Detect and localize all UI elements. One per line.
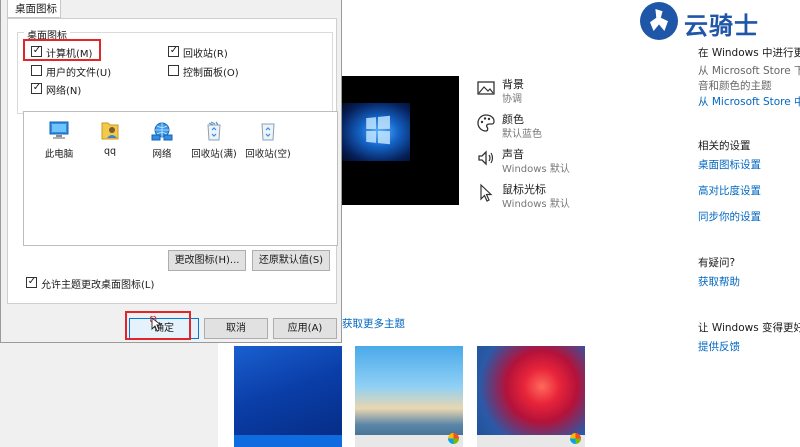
- change-icon-button[interactable]: 更改图标(H)...: [168, 250, 246, 271]
- checkbox-box[interactable]: [31, 65, 42, 76]
- sound-setting[interactable]: 声音 Windows 默认: [476, 146, 596, 176]
- checkbox-label: 控制面板(O): [183, 68, 239, 79]
- theme-color-bar: [234, 435, 342, 447]
- theme-preview: [340, 76, 459, 205]
- theme-thumbnail-flower[interactable]: [477, 346, 585, 447]
- cancel-button[interactable]: 取消: [204, 318, 268, 339]
- help-title: 有疑问?: [698, 257, 736, 269]
- computer-icon: [49, 121, 69, 139]
- background-setting[interactable]: 背景 协调: [476, 76, 596, 106]
- cursor-icon: [480, 183, 493, 202]
- tab-desktop-icons[interactable]: 桌面图标: [7, 0, 61, 18]
- get-more-themes-link[interactable]: 获取更多主题: [342, 316, 405, 331]
- theme-color-bar: [477, 435, 585, 447]
- icon-label: 回收站(空): [245, 149, 291, 160]
- store-description-2: 音和颜色的主题: [698, 80, 772, 92]
- icon-network[interactable]: 网络: [137, 120, 187, 160]
- windows-more-title: 在 Windows 中进行更多: [698, 47, 800, 59]
- speaker-icon: [478, 150, 494, 166]
- checkbox-label: 回收站(R): [183, 49, 228, 60]
- icon-label: 网络: [152, 149, 172, 160]
- icon-qq[interactable]: qq: [85, 120, 135, 157]
- icon-label: qq: [103, 146, 117, 157]
- color-setting[interactable]: 颜色 默认蓝色: [476, 111, 596, 141]
- checkbox-box[interactable]: [26, 275, 37, 289]
- recycle-bin-empty-icon: [261, 123, 275, 141]
- store-link[interactable]: 从 Microsoft Store 中获取: [698, 94, 800, 109]
- restore-default-button[interactable]: 还原默认值(S): [252, 250, 330, 271]
- logo-text: 云骑士: [684, 11, 759, 40]
- mouse-cursor-setting[interactable]: 鼠标光标 Windows 默认: [476, 181, 596, 211]
- mouse-pointer-icon: [150, 316, 162, 332]
- theme-color-bar: [355, 435, 463, 447]
- desktop-icon-settings-link[interactable]: 桌面图标设置: [698, 157, 761, 172]
- color-ball-icon: [570, 433, 581, 444]
- background-value: 协调: [502, 94, 522, 105]
- checkbox-label: 允许主题更改桌面图标(L): [41, 280, 155, 291]
- icon-recycle-bin-full[interactable]: 回收站(满): [189, 120, 239, 160]
- palette-icon: [477, 114, 495, 132]
- color-value: 默认蓝色: [502, 129, 542, 140]
- apply-button[interactable]: 应用(A): [273, 318, 337, 339]
- related-settings-title: 相关的设置: [698, 140, 751, 152]
- checkbox-label: 网络(N): [46, 86, 82, 97]
- icon-label: 回收站(满): [191, 149, 237, 160]
- knight-logo-icon: [640, 2, 678, 40]
- sync-settings-link[interactable]: 同步你的设置: [698, 209, 761, 224]
- desktop-icon-settings-dialog: 桌面图标 桌面图标 计算机(M) 回收站(R) 用户的文件(U) 控制面板(O)…: [0, 0, 342, 343]
- sound-value: Windows 默认: [502, 164, 570, 175]
- user-folder-icon: [101, 122, 119, 140]
- image-icon: [477, 81, 495, 95]
- checkbox-label: 用户的文件(U): [46, 68, 112, 79]
- give-feedback-link[interactable]: 提供反馈: [698, 339, 740, 354]
- feedback-title: 让 Windows 变得更好: [698, 322, 800, 334]
- get-help-link[interactable]: 获取帮助: [698, 274, 740, 289]
- theme-thumbnail-windows[interactable]: [234, 346, 342, 447]
- mouse-cursor-value: Windows 默认: [502, 199, 570, 210]
- desktop-icon-list: 此电脑 qq 网络 回收站(满) 回收站(空): [23, 111, 338, 246]
- theme-thumbnail-beach[interactable]: [355, 346, 463, 447]
- high-contrast-settings-link[interactable]: 高对比度设置: [698, 183, 761, 198]
- icon-this-pc[interactable]: 此电脑: [34, 120, 84, 160]
- computer-checkbox-highlight: [23, 39, 101, 61]
- checkbox-box[interactable]: [168, 65, 179, 76]
- network-icon: [151, 122, 173, 141]
- preview-wallpaper: [342, 103, 410, 161]
- store-description-1: 从 Microsoft Store 下载: [698, 65, 800, 77]
- yunqishi-logo: 云骑士: [640, 2, 800, 40]
- recycle-bin-full-icon: [207, 121, 221, 141]
- checkbox-box[interactable]: [31, 81, 42, 95]
- icon-recycle-bin-empty[interactable]: 回收站(空): [243, 120, 293, 160]
- icon-label: 此电脑: [44, 149, 74, 160]
- color-ball-icon: [448, 433, 459, 444]
- dialog-panel: 桌面图标 计算机(M) 回收站(R) 用户的文件(U) 控制面板(O) 网络(N…: [7, 18, 338, 304]
- checkbox-box[interactable]: [168, 44, 179, 58]
